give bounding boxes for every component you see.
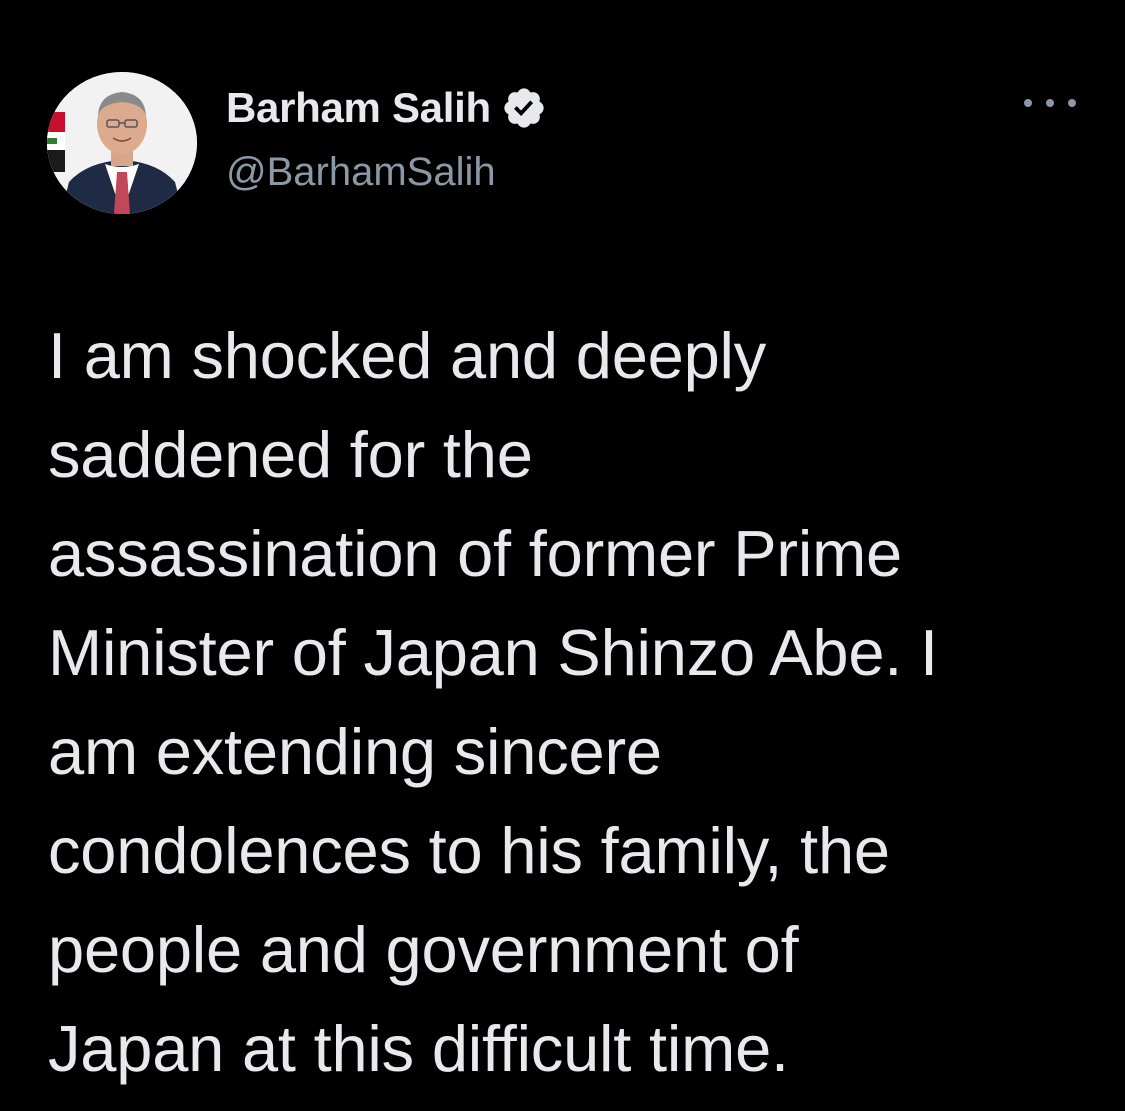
more-horizontal-icon: [1068, 99, 1076, 107]
more-options-button[interactable]: [1024, 88, 1076, 118]
username-handle[interactable]: @BarhamSalih: [226, 150, 496, 195]
tweet: Barham Salih @BarhamSalih I am shocked a…: [0, 0, 1125, 1111]
avatar[interactable]: [47, 72, 197, 214]
verified-badge-icon: [501, 85, 547, 131]
more-horizontal-icon: [1024, 99, 1032, 107]
more-horizontal-icon: [1046, 99, 1054, 107]
profile-photo-icon: [47, 72, 197, 214]
display-name[interactable]: Barham Salih: [226, 84, 491, 132]
author-name-row: Barham Salih: [226, 80, 547, 136]
tweet-text: I am shocked and deeply saddened for the…: [48, 319, 938, 1085]
